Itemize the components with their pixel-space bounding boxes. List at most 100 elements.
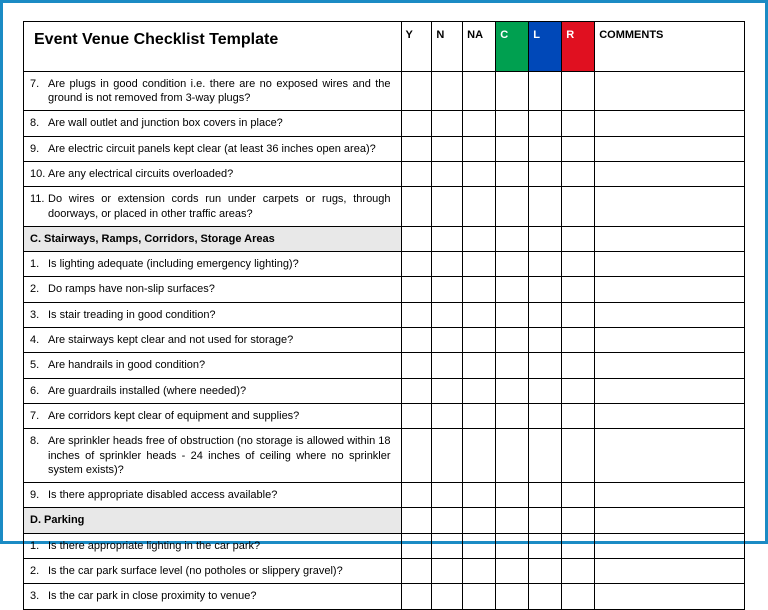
cell-na[interactable] (463, 353, 496, 378)
cell-comments[interactable] (595, 403, 745, 428)
cell-c[interactable] (496, 136, 529, 161)
cell-n[interactable] (432, 111, 463, 136)
cell-n[interactable] (432, 71, 463, 111)
cell-n[interactable] (432, 584, 463, 609)
cell-r[interactable] (562, 378, 595, 403)
cell-n[interactable] (432, 378, 463, 403)
cell-l[interactable] (529, 71, 562, 111)
cell-c[interactable] (496, 559, 529, 584)
cell-n[interactable] (432, 302, 463, 327)
cell-y[interactable] (401, 187, 432, 227)
cell-y[interactable] (401, 584, 432, 609)
cell-y[interactable] (401, 378, 432, 403)
cell-n[interactable] (432, 429, 463, 483)
cell-comments[interactable] (595, 277, 745, 302)
cell-comments[interactable] (595, 429, 745, 483)
cell-c[interactable] (496, 277, 529, 302)
cell-y[interactable] (401, 71, 432, 111)
cell-comments[interactable] (595, 328, 745, 353)
cell-r[interactable] (562, 353, 595, 378)
cell-n[interactable] (432, 136, 463, 161)
cell-c[interactable] (496, 533, 529, 558)
cell-comments[interactable] (595, 161, 745, 186)
cell-na[interactable] (463, 533, 496, 558)
cell-c[interactable] (496, 187, 529, 227)
cell-na[interactable] (463, 483, 496, 508)
cell-y[interactable] (401, 403, 432, 428)
cell-c[interactable] (496, 584, 529, 609)
cell-na[interactable] (463, 252, 496, 277)
cell-l[interactable] (529, 353, 562, 378)
cell-r[interactable] (562, 277, 595, 302)
cell-na[interactable] (463, 429, 496, 483)
cell-comments[interactable] (595, 187, 745, 227)
cell-r[interactable] (562, 136, 595, 161)
cell-l[interactable] (529, 302, 562, 327)
cell-c[interactable] (496, 302, 529, 327)
cell-na[interactable] (463, 277, 496, 302)
cell-y[interactable] (401, 559, 432, 584)
cell-c[interactable] (496, 483, 529, 508)
cell-comments[interactable] (595, 533, 745, 558)
cell-r[interactable] (562, 252, 595, 277)
cell-na[interactable] (463, 187, 496, 227)
cell-r[interactable] (562, 483, 595, 508)
cell-l[interactable] (529, 187, 562, 227)
cell-r[interactable] (562, 559, 595, 584)
cell-r[interactable] (562, 302, 595, 327)
cell-na[interactable] (463, 328, 496, 353)
cell-na[interactable] (463, 71, 496, 111)
cell-n[interactable] (432, 483, 463, 508)
cell-l[interactable] (529, 161, 562, 186)
cell-c[interactable] (496, 429, 529, 483)
cell-n[interactable] (432, 533, 463, 558)
cell-comments[interactable] (595, 136, 745, 161)
cell-r[interactable] (562, 161, 595, 186)
cell-y[interactable] (401, 533, 432, 558)
cell-l[interactable] (529, 378, 562, 403)
cell-comments[interactable] (595, 71, 745, 111)
cell-n[interactable] (432, 328, 463, 353)
cell-comments[interactable] (595, 252, 745, 277)
cell-l[interactable] (529, 533, 562, 558)
cell-c[interactable] (496, 111, 529, 136)
cell-r[interactable] (562, 71, 595, 111)
cell-y[interactable] (401, 328, 432, 353)
cell-c[interactable] (496, 71, 529, 111)
cell-c[interactable] (496, 378, 529, 403)
cell-y[interactable] (401, 483, 432, 508)
cell-na[interactable] (463, 136, 496, 161)
cell-r[interactable] (562, 328, 595, 353)
cell-n[interactable] (432, 187, 463, 227)
cell-na[interactable] (463, 378, 496, 403)
cell-comments[interactable] (595, 353, 745, 378)
cell-c[interactable] (496, 353, 529, 378)
cell-r[interactable] (562, 187, 595, 227)
cell-y[interactable] (401, 136, 432, 161)
cell-y[interactable] (401, 161, 432, 186)
cell-na[interactable] (463, 403, 496, 428)
cell-c[interactable] (496, 161, 529, 186)
cell-na[interactable] (463, 584, 496, 609)
cell-na[interactable] (463, 559, 496, 584)
cell-na[interactable] (463, 302, 496, 327)
cell-comments[interactable] (595, 584, 745, 609)
cell-y[interactable] (401, 302, 432, 327)
cell-comments[interactable] (595, 559, 745, 584)
cell-comments[interactable] (595, 378, 745, 403)
cell-l[interactable] (529, 559, 562, 584)
cell-y[interactable] (401, 429, 432, 483)
cell-c[interactable] (496, 328, 529, 353)
cell-l[interactable] (529, 252, 562, 277)
cell-comments[interactable] (595, 302, 745, 327)
cell-c[interactable] (496, 403, 529, 428)
cell-comments[interactable] (595, 111, 745, 136)
cell-r[interactable] (562, 403, 595, 428)
cell-r[interactable] (562, 111, 595, 136)
cell-r[interactable] (562, 429, 595, 483)
cell-y[interactable] (401, 277, 432, 302)
cell-y[interactable] (401, 252, 432, 277)
cell-c[interactable] (496, 252, 529, 277)
cell-comments[interactable] (595, 483, 745, 508)
cell-l[interactable] (529, 277, 562, 302)
